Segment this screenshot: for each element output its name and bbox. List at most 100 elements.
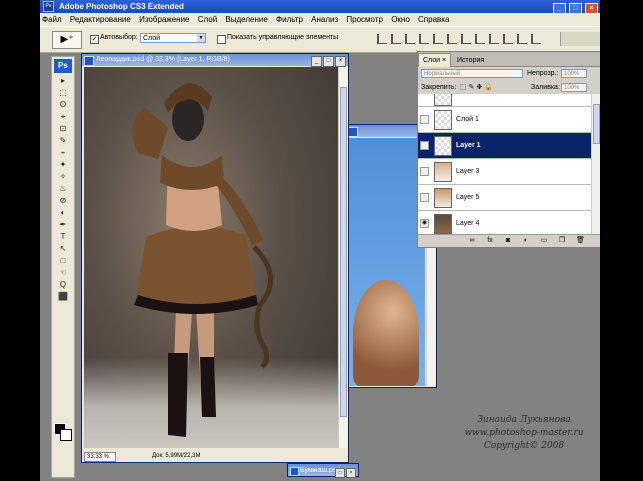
quick-mask-icon[interactable]: ⬛ [53,291,73,302]
document-icon [84,56,94,66]
layers-scrollbar[interactable] [591,94,600,234]
eraser-tool-icon[interactable]: ♨ [53,183,73,194]
move-tool-icon[interactable]: ▸ [53,75,73,86]
scroll-thumb[interactable] [340,87,347,417]
palette-well[interactable] [560,32,600,46]
document-icon [348,127,358,137]
layer-row-selected[interactable]: Layer 1 [418,133,592,159]
menu-filter[interactable]: Фильтр [276,15,303,24]
visibility-toggle[interactable] [420,141,429,150]
fx-icon[interactable]: fx [486,237,494,245]
layer-thumbnail [434,188,452,208]
pen-tool-icon[interactable]: ✒ [53,219,73,230]
hand-tool-icon[interactable]: ☜ [53,267,73,278]
fill-field[interactable]: 100% [561,83,587,92]
autoselect-checkbox[interactable]: ✓ [90,35,99,44]
shape-tool-icon[interactable]: □ [53,255,73,266]
autoselect-dropdown[interactable]: Слой ▼ [140,33,206,43]
mask-icon[interactable]: ◙ [504,237,512,245]
layer-thumbnail [434,214,452,234]
history-brush-tool-icon[interactable]: ✧ [53,171,73,182]
align-center-icon[interactable] [433,34,443,44]
path-selection-tool-icon[interactable]: ↖ [53,243,73,254]
layer-row[interactable]: Слой 1 [418,107,592,133]
gradient-tool-icon[interactable]: ⊘ [53,195,73,206]
tab-layers[interactable]: Слои × [418,53,452,67]
healing-tool-icon[interactable]: ⌁ [53,147,73,158]
menu-analysis[interactable]: Анализ [311,15,338,24]
distribute-bottom-icon[interactable] [489,34,499,44]
main-document-titlebar[interactable]: Леопардик.psd @ 33,3% (Layer 1, RGB/8) _… [82,54,348,67]
adjustment-icon[interactable]: ◐ [522,237,530,245]
link-icon[interactable]: ∞ [468,237,476,245]
zoom-field[interactable]: 33,33 % [84,452,116,462]
minimized-controls: □ × [334,466,356,480]
main-document-window[interactable]: Леопардик.psd @ 33,3% (Layer 1, RGB/8) _… [81,53,349,463]
show-controls-checkbox[interactable] [217,35,226,44]
trash-icon[interactable]: 🗑 [576,237,585,245]
options-bar: ▶⁺ ✓ Автовыбор: Слой ▼ Показать управляю… [40,26,600,53]
layer-thumbnail [434,162,452,182]
dodge-tool-icon[interactable]: ◐ [53,207,73,218]
layer-row[interactable]: Layer 3 [418,159,592,185]
menu-layer[interactable]: Слой [198,15,217,24]
distribute-middle-icon[interactable] [475,34,485,44]
tool-preset-picker[interactable]: ▶⁺ [52,31,82,49]
watermark-copyright: Copyright© 2008 [483,441,565,451]
minimized-document[interactable]: Буммаш.psd □ × [287,463,359,480]
lock-icons[interactable]: ⬚ ✎ ✥ 🔒 [460,81,493,95]
lasso-tool-icon[interactable]: ʘ [53,99,73,110]
brush-tool-icon[interactable]: ✎ [53,135,73,146]
doc-maximize-button[interactable]: □ [323,56,334,67]
title-bar: Ps Adobe Photoshop CS3 Extended _ □ × [40,0,600,15]
visibility-toggle[interactable] [420,167,429,176]
new-layer-icon[interactable]: ❐ [558,237,566,245]
main-document-scrollbar[interactable] [338,67,348,448]
layer-name: Layer 4 [456,220,480,227]
menu-edit[interactable]: Редактирование [70,15,131,24]
tab-history[interactable]: История [453,54,488,67]
distribute-center-icon[interactable] [517,34,527,44]
group-icon[interactable]: ▭ [540,237,548,245]
main-canvas[interactable] [84,67,338,448]
doc-minimize-button[interactable]: _ [311,56,322,67]
second-document-canvas[interactable] [347,138,425,386]
distribute-right-icon[interactable] [531,34,541,44]
scroll-thumb[interactable] [593,104,600,144]
document-window-controls: _ □ × [310,55,346,67]
align-middle-icon[interactable] [391,34,401,44]
align-right-icon[interactable] [447,34,457,44]
layer-row[interactable] [418,94,592,107]
menu-select[interactable]: Выделение [225,15,267,24]
blend-mode-dropdown[interactable]: Нормальный [421,69,523,78]
align-left-icon[interactable] [419,34,429,44]
visibility-toggle[interactable] [420,115,429,124]
doc-close-button[interactable]: × [346,468,356,478]
leopard-skirt [136,226,256,307]
background-color-swatch[interactable] [60,429,72,441]
type-tool-icon[interactable]: T [53,231,73,242]
crop-tool-icon[interactable]: ⊡ [53,123,73,134]
magic-wand-tool-icon[interactable]: ⌖ [53,111,73,122]
align-bottom-icon[interactable] [405,34,415,44]
restore-button[interactable]: □ [335,468,345,478]
menu-file[interactable]: Файл [42,15,62,24]
zoom-tool-icon[interactable]: Q [53,279,73,290]
doc-close-button[interactable]: × [335,56,346,67]
menu-image[interactable]: Изображение [139,15,189,24]
align-top-icon[interactable] [377,34,387,44]
visibility-toggle[interactable] [420,193,429,202]
marquee-tool-icon[interactable]: ⬚ [53,87,73,98]
menu-window[interactable]: Окно [391,15,410,24]
menu-view[interactable]: Просмотр [346,15,383,24]
distribute-top-icon[interactable] [461,34,471,44]
layer-row[interactable]: ◉ Layer 4 [418,211,592,234]
layer-row[interactable]: Layer 5 [418,185,592,211]
menu-help[interactable]: Справка [418,15,449,24]
opacity-field[interactable]: 100% [561,69,587,78]
lock-row: Закрепить: ⬚ ✎ ✥ 🔒 Заливка: 100% [418,81,600,95]
clone-stamp-tool-icon[interactable]: ✦ [53,159,73,170]
autoselect-label: Автовыбор: [100,34,138,41]
eye-icon[interactable]: ◉ [420,219,429,228]
distribute-left-icon[interactable] [503,34,513,44]
